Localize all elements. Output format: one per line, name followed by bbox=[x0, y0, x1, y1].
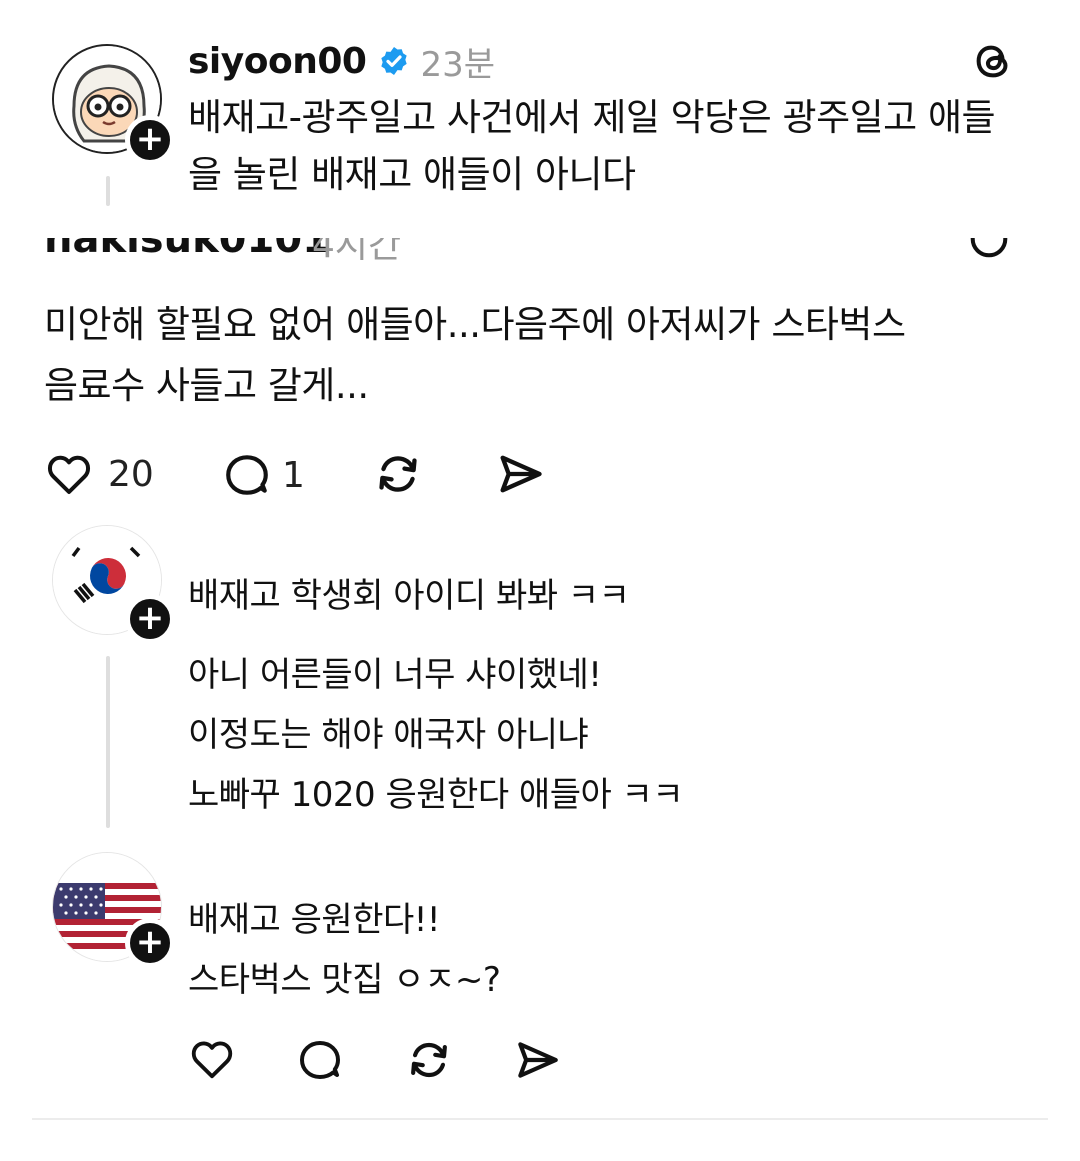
heart-icon bbox=[191, 1041, 233, 1079]
send-icon bbox=[518, 1042, 558, 1078]
threads-logo-partial-icon bbox=[966, 238, 1012, 262]
verified-badge-icon bbox=[378, 45, 410, 77]
thread-line bbox=[106, 656, 110, 828]
post1-text-line1: 배재고-광주일고 사건에서 제일 악당은 광주일고 애들 bbox=[188, 96, 996, 139]
thread-line bbox=[106, 176, 110, 206]
follow-plus-icon[interactable]: + bbox=[125, 918, 175, 968]
repost-button[interactable] bbox=[372, 448, 424, 504]
username-partial: hakisuk0101 bbox=[44, 238, 330, 262]
timestamp-partial: 4시간 bbox=[312, 238, 402, 266]
like-button[interactable]: 20 bbox=[44, 450, 154, 498]
divider bbox=[32, 1118, 1048, 1120]
post4-text-line1: 배재고 응원한다!! bbox=[188, 900, 441, 940]
comment-icon bbox=[300, 1041, 340, 1079]
repost-icon bbox=[379, 456, 417, 492]
post3-text-line4: 노빠꾸 1020 응원한다 애들아 ㅋㅋ bbox=[188, 775, 684, 815]
send-icon bbox=[500, 455, 542, 493]
post1-text-line2: 을 놀린 배재고 애들이 아니다 bbox=[188, 153, 636, 196]
comment-icon bbox=[226, 455, 268, 495]
follow-plus-icon[interactable]: + bbox=[125, 115, 175, 165]
reply-count: 1 bbox=[282, 454, 305, 496]
username[interactable]: siyoon00 bbox=[188, 41, 367, 82]
heart-icon bbox=[47, 455, 91, 494]
repost-icon bbox=[411, 1042, 447, 1078]
post3-text-line2: 아니 어른들이 너무 샤이했네! bbox=[188, 655, 602, 695]
threads-logo-icon[interactable] bbox=[970, 38, 1016, 84]
share-button[interactable] bbox=[512, 1035, 562, 1089]
post2-text-line1: 미안해 할필요 없어 애들아...다음주에 아저씨가 스타벅스 bbox=[44, 303, 906, 346]
post2-cut-header: hakisuk0101 4시간 bbox=[0, 238, 1080, 270]
repost-button[interactable] bbox=[404, 1035, 454, 1089]
follow-plus-icon[interactable]: + bbox=[125, 594, 175, 644]
post2-text-line2: 음료수 사들고 갈게... bbox=[44, 364, 369, 407]
reply-button[interactable] bbox=[296, 1036, 344, 1088]
reply-button[interactable]: 1 bbox=[222, 450, 305, 500]
share-button[interactable] bbox=[494, 448, 546, 504]
post3-text-line3: 이정도는 해야 애국자 아니냐 bbox=[188, 715, 589, 755]
post1-header: siyoon00 23분 bbox=[188, 36, 495, 86]
post4-text-line2: 스타벅스 맛집 ㅇㅈ~? bbox=[188, 960, 501, 1000]
timestamp: 23분 bbox=[420, 44, 495, 85]
post3-text-line1: 배재고 학생회 아이디 봐봐 ㅋㅋ bbox=[188, 576, 630, 616]
like-count: 20 bbox=[108, 453, 154, 495]
like-button[interactable] bbox=[188, 1036, 236, 1086]
